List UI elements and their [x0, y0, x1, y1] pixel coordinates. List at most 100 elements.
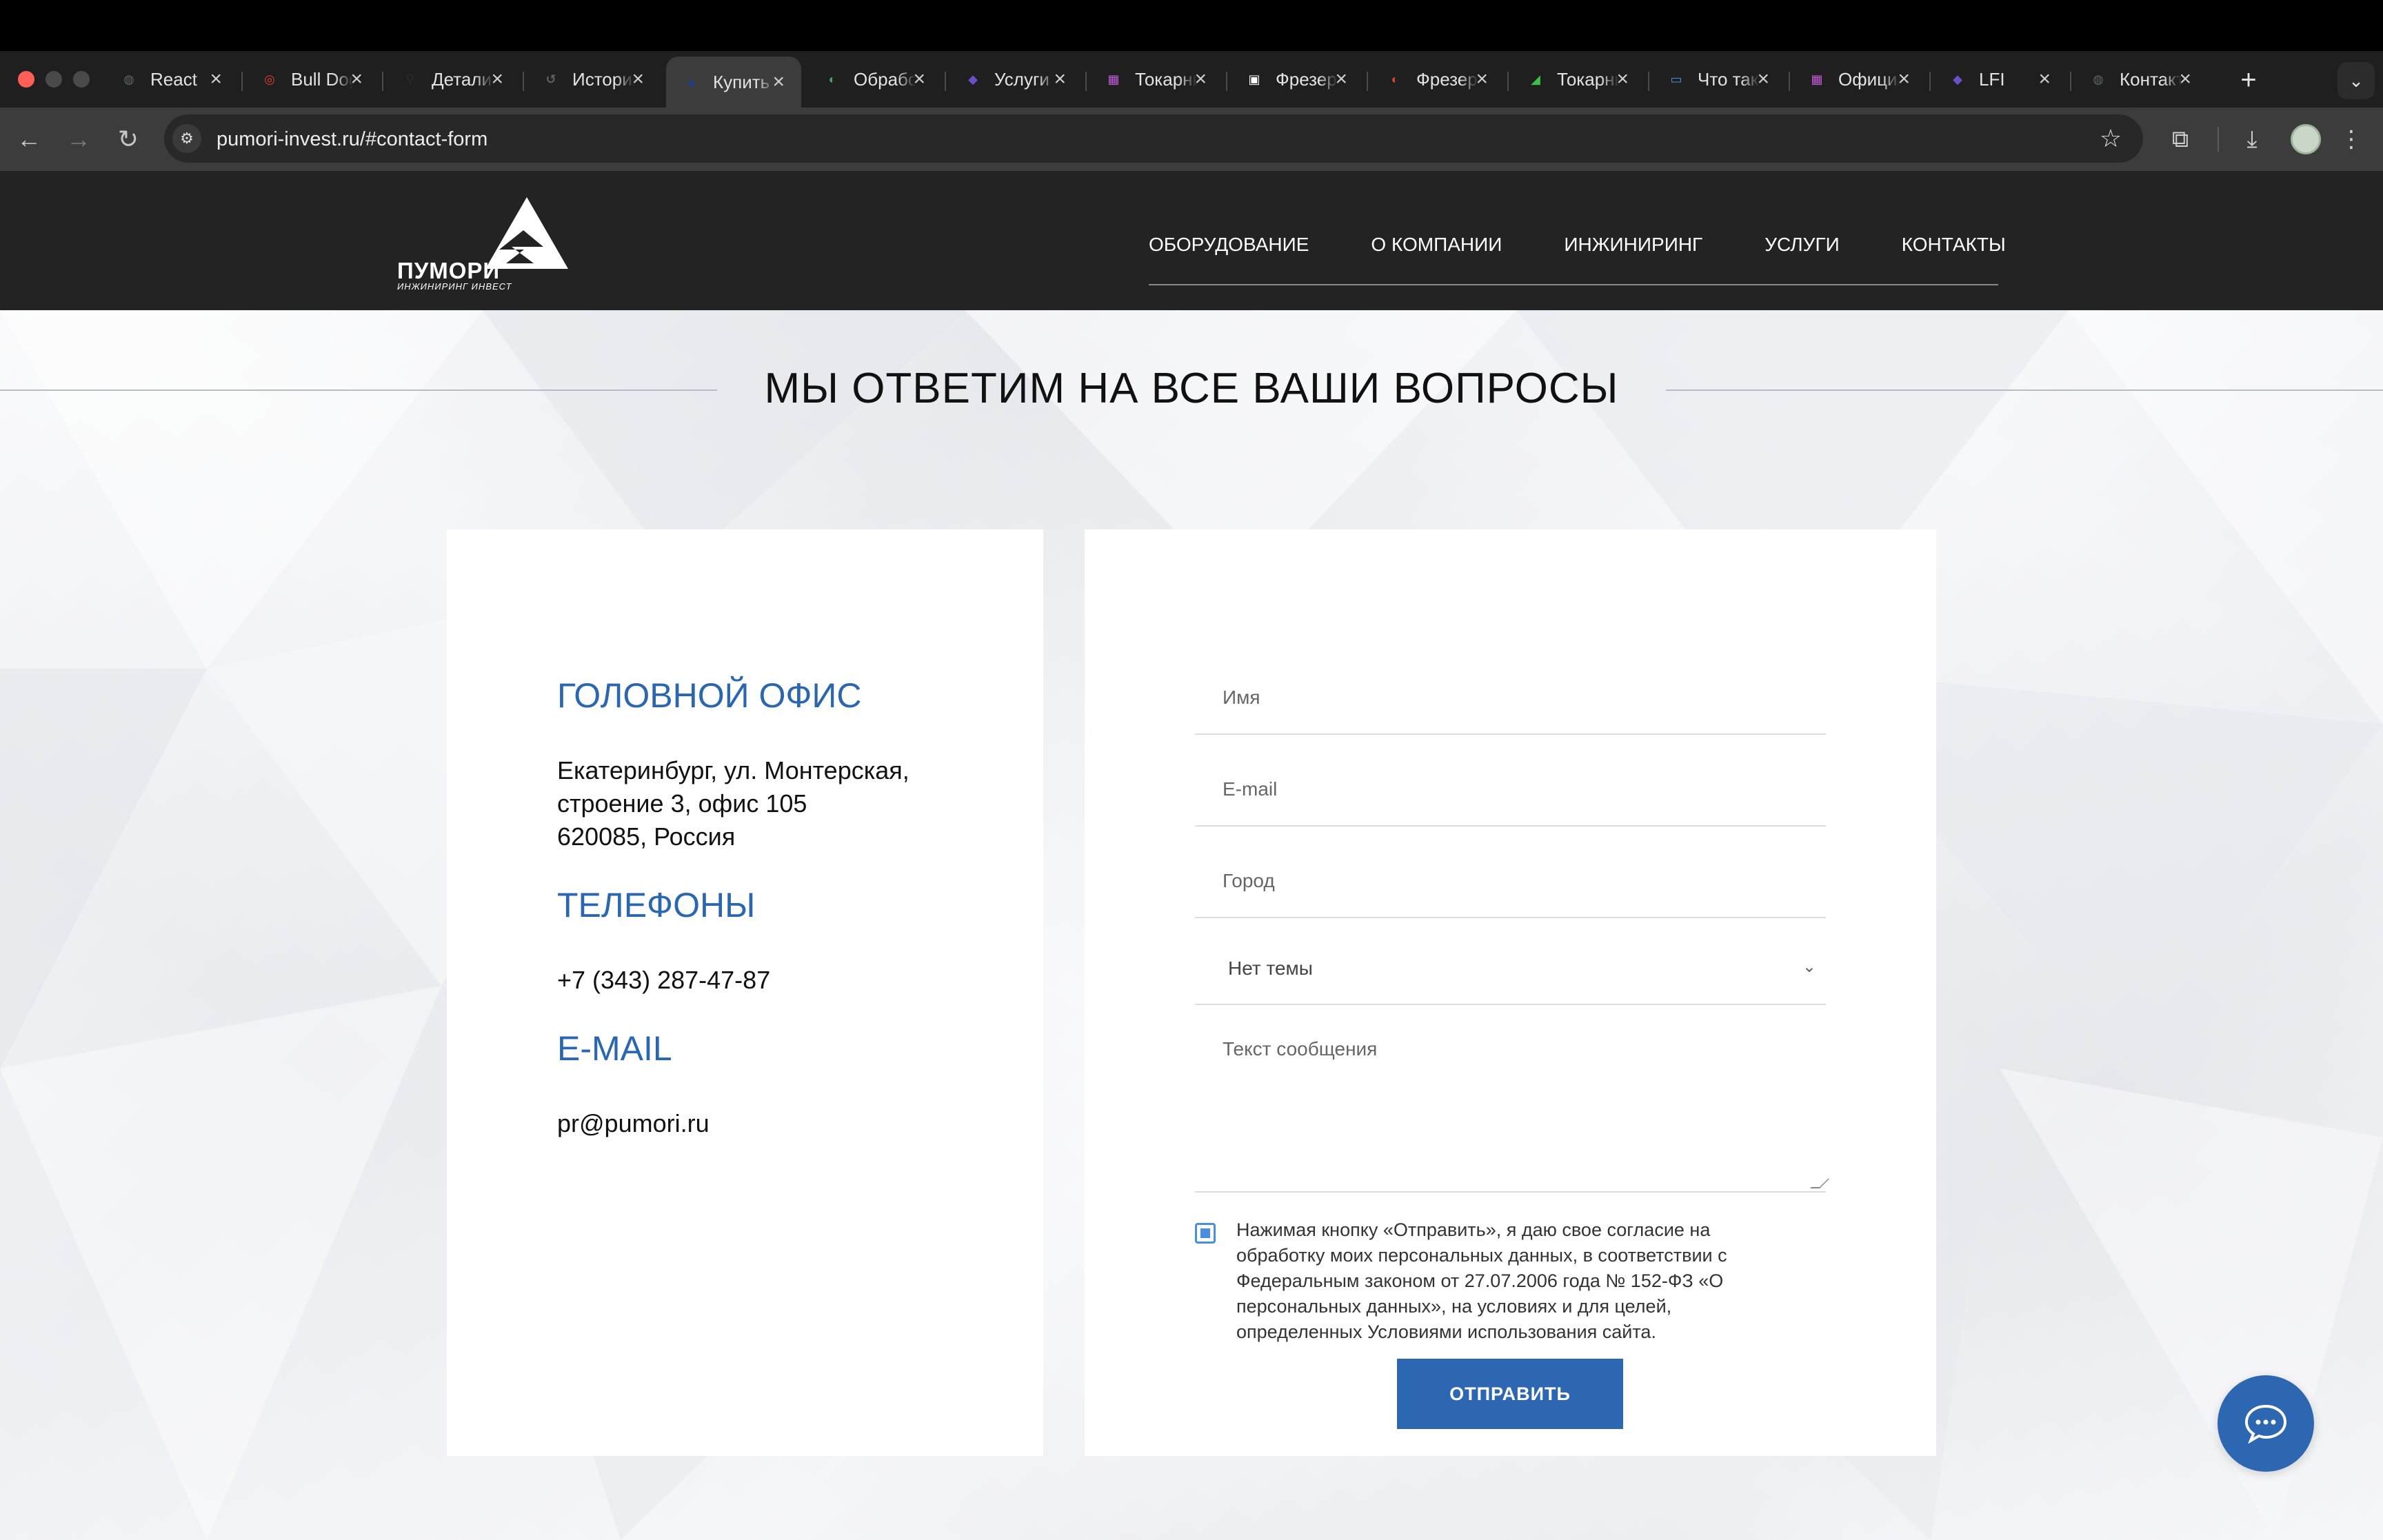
browser-menu-icon[interactable]: ⋮ — [2333, 121, 2369, 157]
browser-tab[interactable]: ▦ Официальный× — [1791, 57, 1927, 102]
tab-separator — [1085, 72, 1087, 91]
browser-tab[interactable]: ◐ Обработка× — [807, 57, 942, 102]
leaf-icon: ◢ — [1531, 72, 1540, 86]
message-textarea[interactable] — [1195, 1024, 1826, 1191]
browser-tab[interactable]: ▲ Купить × — [666, 57, 801, 108]
swirl-icon: ◐ — [1391, 72, 1399, 86]
tab-close-icon[interactable]: × — [1476, 68, 1488, 91]
phone-link[interactable]: +7 (343) 287-47-87 — [557, 964, 770, 997]
window-close-button[interactable] — [18, 71, 34, 88]
tab-label: История — [572, 68, 634, 90]
tab-separator — [2070, 72, 2071, 91]
tab-label: Купить — [713, 71, 770, 92]
nav-item-about[interactable]: О КОМПАНИИ — [1371, 227, 1502, 262]
tab-label: Фрезерный — [1416, 68, 1478, 90]
nav-item-engineering[interactable]: ИНЖИНИРИНГ — [1564, 227, 1702, 262]
tab-label: Фрезерный — [1276, 68, 1338, 90]
forward-button[interactable]: → — [61, 121, 97, 157]
tab-label: Детали — [432, 68, 492, 90]
globe-icon: ◍ — [2093, 72, 2104, 86]
browser-tab[interactable]: ◢ Токарный× — [1510, 57, 1645, 102]
address-line-3: 620085, Россия — [557, 822, 736, 851]
topic-select[interactable]: Нет темы — [1195, 932, 1826, 1004]
tab-label: Обработка — [854, 68, 916, 90]
window-minimize-button[interactable] — [46, 71, 62, 88]
window-titlebar — [0, 0, 2383, 51]
browser-tab[interactable]: ◆ Услуги × — [947, 57, 1083, 102]
tab-close-icon[interactable]: × — [1616, 68, 1629, 91]
toolbar-divider — [2218, 127, 2219, 152]
tab-close-icon[interactable]: × — [913, 68, 925, 91]
browser-tab[interactable]: ▭ Что такое× — [1651, 57, 1786, 102]
tab-close-icon[interactable]: × — [1898, 68, 1910, 91]
logo-tagline: ИНЖИНИРИНГ ИНВЕСТ — [397, 281, 512, 292]
profile-avatar[interactable] — [2291, 124, 2321, 154]
window-maximize-button[interactable] — [73, 71, 90, 88]
nav-item-contacts[interactable]: КОНТАКТЫ — [1902, 227, 2006, 262]
tab-separator — [241, 72, 243, 91]
back-button[interactable]: ← — [11, 121, 47, 157]
site-info-icon[interactable]: ⚙ — [172, 124, 201, 153]
tab-close-icon[interactable]: × — [491, 68, 503, 91]
cnc-icon: ▣ — [1248, 72, 1260, 86]
consent-checkbox[interactable] — [1195, 1223, 1216, 1244]
nav-underline — [1149, 284, 1998, 285]
browser-tab[interactable]: ↺ История× — [525, 57, 661, 102]
browser-tab[interactable]: ◆ LFI × — [1932, 57, 2067, 102]
tab-close-icon[interactable]: × — [210, 68, 222, 91]
chat-bubble-icon — [2244, 1404, 2287, 1443]
tab-close-icon[interactable]: × — [1194, 68, 1207, 91]
target-icon: ◎ — [264, 72, 275, 86]
browser-tab[interactable]: ▣ Фрезерный× — [1229, 57, 1364, 102]
url-text[interactable]: pumori-invest.ru/#contact-form — [217, 125, 487, 153]
browser-tab[interactable]: ▦ Токарный× — [1088, 57, 1223, 102]
tab-label: Официальный — [1838, 68, 1900, 90]
nav-item-services[interactable]: УСЛУГИ — [1764, 227, 1840, 262]
city-field-wrapper — [1195, 845, 1826, 918]
tab-label: Токарный — [1557, 68, 1619, 90]
browser-tab[interactable]: ◐ Фрезерный× — [1369, 57, 1505, 102]
tab-close-icon[interactable]: × — [2179, 68, 2191, 91]
tab-close-icon[interactable]: × — [350, 68, 363, 91]
history-icon: ↺ — [545, 72, 556, 86]
browser-tab[interactable]: ◍ React × — [103, 57, 239, 102]
tab-close-icon[interactable]: × — [772, 70, 785, 94]
name-input[interactable] — [1195, 662, 1826, 733]
tab-label: Токарный — [1135, 68, 1197, 90]
tab-close-icon[interactable]: × — [1054, 68, 1066, 91]
submit-button[interactable]: ОТПРАВИТЬ — [1397, 1359, 1623, 1429]
browser-tab[interactable]: ⚲ Детали × — [385, 57, 520, 102]
new-tab-button[interactable]: + — [2231, 59, 2266, 101]
city-input[interactable] — [1195, 845, 1826, 917]
email-input[interactable] — [1195, 753, 1826, 825]
tab-close-icon[interactable]: × — [1757, 68, 1769, 91]
name-field-wrapper — [1195, 662, 1826, 735]
grid-icon: ▦ — [1811, 72, 1823, 86]
cube-icon: ◆ — [968, 72, 978, 86]
download-icon[interactable]: ⤓ — [2234, 121, 2270, 157]
figure-icon: ⚲ — [405, 72, 415, 86]
tab-close-icon[interactable]: × — [632, 68, 644, 91]
tab-separator — [1226, 72, 1227, 91]
browser-tab[interactable]: ◍ Контакты× — [2073, 57, 2208, 102]
image-icon: ▭ — [1670, 72, 1682, 86]
browser-tab[interactable]: ◎ Bull Dog × — [244, 57, 379, 102]
nav-item-equipment[interactable]: ОБОРУДОВАНИЕ — [1149, 227, 1309, 262]
bookmark-star-icon[interactable]: ☆ — [2093, 121, 2128, 156]
tab-separator — [382, 72, 383, 91]
reload-button[interactable]: ↻ — [110, 121, 146, 157]
tab-close-icon[interactable]: × — [2038, 68, 2051, 91]
topic-field-wrapper: Нет темы ⌄ — [1195, 932, 1826, 1005]
chat-widget-button[interactable] — [2218, 1375, 2314, 1472]
tab-close-icon[interactable]: × — [1335, 68, 1347, 91]
tab-search-button[interactable]: ⌄ — [2337, 62, 2375, 99]
logo-wordmark[interactable]: ПУМОРИ — [397, 258, 500, 284]
main-nav: ОБОРУДОВАНИЕ О КОМПАНИИ ИНЖИНИРИНГ УСЛУГ… — [1149, 227, 2006, 262]
tab-separator — [1789, 72, 1790, 91]
phones-heading: ТЕЛЕФОНЫ — [557, 886, 756, 924]
tab-label: React — [150, 68, 197, 90]
email-link[interactable]: pr@pumori.ru — [557, 1107, 710, 1140]
consent-text: Нажимая кнопку «Отправить», я даю свое с… — [1236, 1219, 1727, 1342]
extensions-icon[interactable]: ⧉ — [2162, 121, 2198, 157]
email-field-wrapper — [1195, 753, 1826, 827]
